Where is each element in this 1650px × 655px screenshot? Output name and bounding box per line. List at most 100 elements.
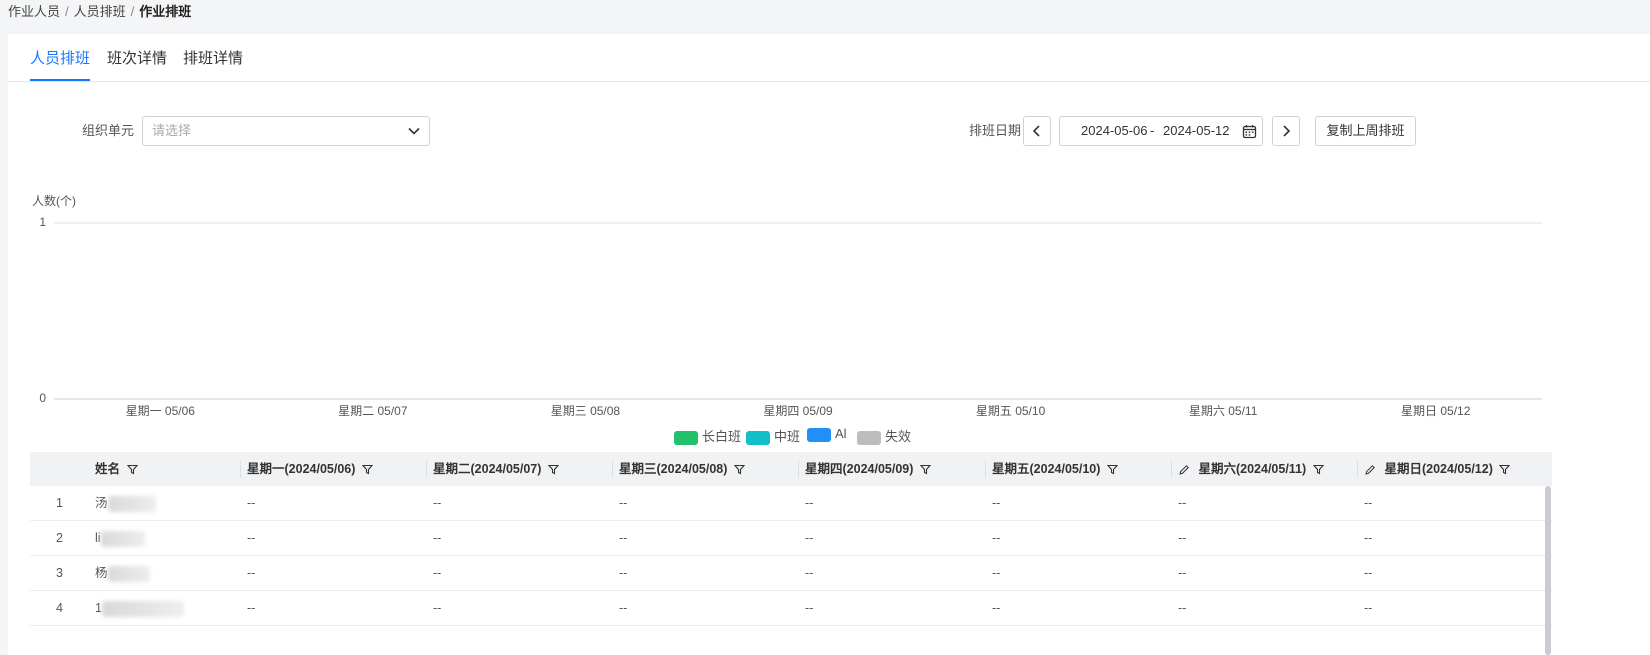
breadcrumb-item-current: 作业排班	[139, 4, 192, 19]
legend-label: 长白班	[702, 429, 742, 444]
schedule-cell[interactable]: --	[1178, 591, 1186, 625]
row-index: 1	[56, 496, 63, 510]
table-row[interactable]: 4 1 -- -- -- -- -- -- --	[30, 591, 1552, 626]
schedule-cell[interactable]: --	[805, 486, 813, 520]
schedule-cell[interactable]: --	[992, 556, 1000, 590]
x-tick-label: 星期日 05/12	[1401, 404, 1471, 418]
column-header-monday[interactable]: 星期一(2024/05/06)	[247, 452, 373, 486]
schedule-cell[interactable]: --	[992, 591, 1000, 625]
column-divider	[985, 460, 986, 478]
schedule-cell[interactable]: --	[1364, 591, 1372, 625]
edit-icon[interactable]	[1364, 464, 1376, 476]
column-divider	[798, 460, 799, 478]
schedule-cell[interactable]: --	[805, 556, 813, 590]
table-body: 1 汤 -- -- -- -- -- -- -- 2 li -- -- -- -- -- -- -- 3 杨 -- -- -…	[30, 486, 1552, 626]
x-tick-label: 星期五 05/10	[976, 404, 1046, 418]
filter-icon[interactable]	[919, 464, 931, 475]
schedule-cell[interactable]: --	[1178, 556, 1186, 590]
x-tick-label: 星期四 05/09	[763, 404, 833, 418]
schedule-cell[interactable]: --	[1364, 521, 1372, 555]
legend-item-middle-shift[interactable]: 中班	[746, 426, 800, 445]
column-divider	[1171, 460, 1172, 478]
column-divider	[1357, 460, 1358, 478]
chart-y-axis-label: 人数(个)	[32, 193, 76, 208]
schedule-cell[interactable]: --	[805, 591, 813, 625]
column-header-label: 星期二(2024/05/07)	[433, 462, 542, 476]
schedule-cell[interactable]: --	[619, 591, 627, 625]
filter-icon[interactable]	[1499, 464, 1511, 475]
redacted-name-blur	[100, 530, 145, 547]
legend-item-al[interactable]: Al	[807, 426, 847, 442]
schedule-cell[interactable]: --	[1364, 486, 1372, 520]
staff-name-visible-part: 汤	[95, 496, 108, 510]
breadcrumb-separator: /	[65, 4, 69, 19]
column-divider	[240, 460, 241, 478]
schedule-cell[interactable]: --	[1364, 556, 1372, 590]
schedule-cell[interactable]: --	[433, 521, 441, 555]
schedule-cell[interactable]: --	[247, 556, 255, 590]
breadcrumb-item-personnel[interactable]: 作业人员	[8, 4, 60, 19]
schedule-cell[interactable]: --	[1178, 486, 1186, 520]
column-header-friday[interactable]: 星期五(2024/05/10)	[992, 452, 1118, 486]
y-tick-label-bottom: 0	[39, 391, 46, 405]
column-header-label: 星期一(2024/05/06)	[247, 462, 356, 476]
y-tick-label-top: 1	[39, 215, 46, 229]
schedule-cell[interactable]: --	[433, 591, 441, 625]
filter-icon[interactable]	[361, 464, 373, 475]
redacted-name-blur	[101, 600, 184, 617]
schedule-cell[interactable]: --	[805, 521, 813, 555]
legend-swatch	[857, 430, 881, 445]
main-card: 人员排班 班次详情 排班详情 组织单元 请选择 排班日期 2024-05-06 …	[8, 34, 1650, 655]
schedule-cell[interactable]: --	[619, 486, 627, 520]
column-header-saturday[interactable]: 星期六(2024/05/11)	[1178, 452, 1324, 486]
staff-name-visible-part: 杨	[95, 566, 108, 580]
schedule-cell[interactable]: --	[992, 486, 1000, 520]
schedule-cell[interactable]: --	[247, 591, 255, 625]
staff-count-chart: 人数(个) 1 0 星期一 05/06 星期二 05/07 星期三 05/08 星期四…	[32, 193, 1542, 418]
table-row[interactable]: 2 li -- -- -- -- -- -- --	[30, 521, 1552, 556]
column-header-sunday[interactable]: 星期日(2024/05/12)	[1364, 452, 1511, 486]
table-row[interactable]: 1 汤 -- -- -- -- -- -- --	[30, 486, 1552, 521]
schedule-cell[interactable]: --	[433, 556, 441, 590]
column-header-tuesday[interactable]: 星期二(2024/05/07)	[433, 452, 559, 486]
filter-icon[interactable]	[126, 464, 138, 475]
staff-name-visible-part: 1	[95, 601, 102, 615]
breadcrumb-separator: /	[130, 4, 135, 19]
table-row[interactable]: 3 杨 -- -- -- -- -- -- --	[30, 556, 1552, 591]
staff-name-cell[interactable]: 1	[95, 591, 184, 625]
legend-swatch	[807, 427, 831, 442]
schedule-cell[interactable]: --	[619, 556, 627, 590]
redacted-name-blur	[107, 495, 156, 512]
staff-name-cell[interactable]: li	[95, 521, 145, 555]
filter-icon[interactable]	[1106, 464, 1118, 475]
column-divider	[612, 460, 613, 478]
legend-swatch	[746, 430, 770, 445]
schedule-cell[interactable]: --	[247, 521, 255, 555]
filter-icon[interactable]	[547, 464, 559, 475]
schedule-cell[interactable]: --	[992, 521, 1000, 555]
legend-item-invalid[interactable]: 失效	[857, 426, 911, 445]
column-header-name[interactable]: 姓名	[95, 452, 138, 486]
filter-icon[interactable]	[733, 464, 745, 475]
column-header-thursday[interactable]: 星期四(2024/05/09)	[805, 452, 931, 486]
column-divider	[426, 460, 427, 478]
row-index: 2	[56, 531, 63, 545]
column-header-label: 星期四(2024/05/09)	[805, 462, 914, 476]
legend-item-long-day-shift[interactable]: 长白班	[674, 426, 741, 445]
x-tick-label: 星期三 05/08	[551, 404, 621, 418]
legend-swatch	[674, 430, 698, 445]
table-scrollbar[interactable]	[1545, 486, 1551, 655]
column-header-wednesday[interactable]: 星期三(2024/05/08)	[619, 452, 745, 486]
table-header: 姓名 星期一(2024/05/06) 星期二(2024/05/07) 星期三(2…	[30, 452, 1552, 486]
filter-icon[interactable]	[1312, 464, 1324, 475]
legend-label: Al	[835, 426, 847, 441]
edit-icon[interactable]	[1178, 464, 1190, 476]
staff-name-cell[interactable]: 汤	[95, 486, 156, 520]
schedule-cell[interactable]: --	[247, 486, 255, 520]
staff-name-cell[interactable]: 杨	[95, 556, 150, 590]
schedule-cell[interactable]: --	[433, 486, 441, 520]
breadcrumb-item-staff-scheduling[interactable]: 人员排班	[74, 4, 126, 19]
schedule-cell[interactable]: --	[619, 521, 627, 555]
column-header-label: 星期三(2024/05/08)	[619, 462, 728, 476]
schedule-cell[interactable]: --	[1178, 521, 1186, 555]
